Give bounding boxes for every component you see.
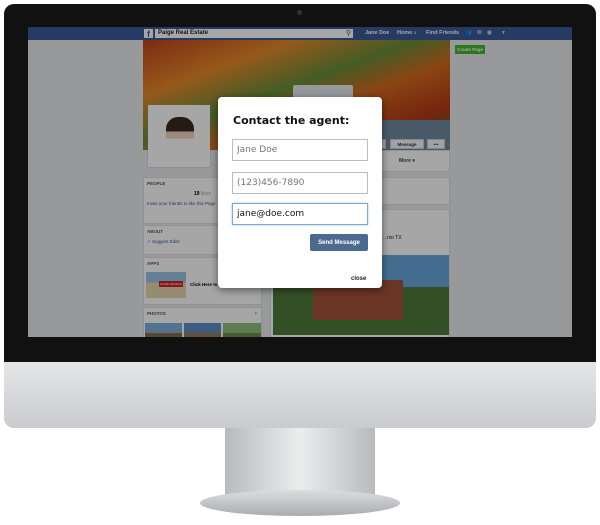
close-link[interactable]: close bbox=[351, 276, 366, 282]
monitor-base bbox=[200, 490, 400, 516]
monitor-chin bbox=[4, 362, 596, 428]
camera bbox=[297, 10, 302, 15]
screen: f Paige Real Estate ⚲ Jane Doe Home 1 Fin… bbox=[28, 27, 572, 337]
name-input[interactable] bbox=[232, 139, 368, 161]
modal-title: Contact the agent: bbox=[233, 114, 350, 127]
send-message-button[interactable]: Send Message bbox=[310, 234, 368, 251]
email-input[interactable] bbox=[232, 203, 368, 225]
contact-agent-modal: Contact the agent: Send Message close bbox=[218, 97, 382, 288]
monitor-stand bbox=[225, 428, 375, 498]
phone-input[interactable] bbox=[232, 172, 368, 194]
